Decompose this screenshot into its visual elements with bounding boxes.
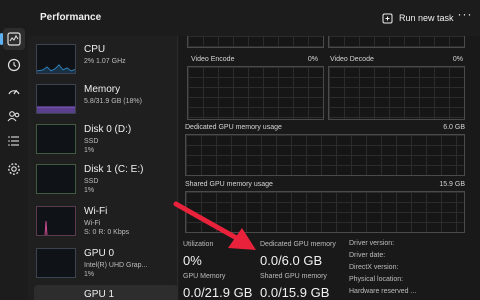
- resource-item-wifi[interactable]: Wi-Fi Wi-Fi S: 0 R: 0 Kbps: [34, 202, 178, 242]
- cpu-thumbnail-graph: [36, 44, 76, 74]
- memory-thumbnail-graph: [36, 84, 76, 114]
- driver-date-label: Driver date:: [349, 252, 386, 259]
- navigation-rail: [0, 0, 28, 300]
- resource-usage: 1%: [84, 147, 95, 154]
- page-title: Performance: [40, 12, 102, 23]
- startup-icon[interactable]: [3, 80, 25, 102]
- dedicated-memory-label: Dedicated GPU memory: [260, 241, 336, 248]
- history-icon[interactable]: [3, 54, 25, 76]
- wifi-thumbnail-graph: [36, 206, 76, 236]
- resource-item-memory[interactable]: Memory 5.8/31.9 GB (18%): [34, 80, 178, 120]
- resource-item-gpu-0[interactable]: GPU 0 Intel(R) UHD Grap... 1%: [34, 244, 178, 284]
- services-icon[interactable]: [3, 158, 25, 180]
- gpu-detail-panel: Video Encode 0% Video Decode 0% Dedicate…: [179, 36, 480, 300]
- resource-usage: 1%: [84, 187, 95, 194]
- driver-version-label: Driver version:: [349, 240, 395, 247]
- shared-graph-max: 15.9 GB: [439, 181, 465, 188]
- gpu0-thumbnail-graph: [36, 248, 76, 278]
- video-encode-percent: 0%: [307, 56, 318, 63]
- resource-name: Disk 1 (C: E:): [84, 164, 144, 175]
- new-task-icon: [382, 13, 393, 23]
- resource-item-gpu-1[interactable]: GPU 1: [34, 285, 178, 300]
- resource-name: GPU 0: [84, 248, 115, 259]
- physical-location-label: Physical location:: [349, 276, 404, 283]
- dedicated-memory-graph: [185, 134, 465, 176]
- resource-item-disk-0[interactable]: Disk 0 (D:) SSD 1%: [34, 120, 178, 160]
- resource-detail: 2% 1.07 GHz: [84, 58, 126, 65]
- directx-version-label: DirectX version:: [349, 264, 399, 271]
- resource-detail: 5.8/31.9 GB (18%): [84, 98, 142, 105]
- details-icon[interactable]: [3, 130, 25, 152]
- title-bar: Performance Run new task ···: [28, 0, 480, 36]
- annotation-arrow-icon: [173, 201, 256, 250]
- video-encode-graph: [187, 66, 324, 120]
- more-options-icon[interactable]: ···: [456, 8, 474, 24]
- engine-graph-top-right: [328, 36, 465, 48]
- resource-type: Intel(R) UHD Grap...: [84, 262, 148, 269]
- run-new-task-label: Run new task: [399, 13, 454, 23]
- dedicated-graph-max: 6.0 GB: [443, 124, 465, 131]
- shared-graph-label: Shared GPU memory usage: [185, 181, 273, 188]
- shared-memory-value: 0.0/15.9 GB: [260, 285, 330, 300]
- resource-name: Memory: [84, 84, 121, 95]
- resource-name: CPU: [84, 44, 106, 55]
- shared-memory-label: Shared GPU memory: [260, 273, 327, 280]
- resource-name: Wi-Fi: [84, 206, 108, 217]
- resource-item-disk-1[interactable]: Disk 1 (C: E:) SSD 1%: [34, 160, 178, 200]
- resource-usage: 1%: [84, 271, 95, 278]
- video-decode-graph: [328, 66, 465, 120]
- performance-icon[interactable]: [0, 28, 25, 50]
- resource-name: GPU 1: [84, 289, 115, 300]
- dedicated-graph-label: Dedicated GPU memory usage: [185, 124, 282, 131]
- disk1-thumbnail-graph: [36, 164, 76, 194]
- resource-list: CPU 2% 1.07 GHz Memory 5.8/31.9 GB (18%)…: [28, 36, 178, 300]
- engine-graph-top-left: [187, 36, 324, 48]
- resource-item-cpu[interactable]: CPU 2% 1.07 GHz: [34, 40, 178, 80]
- gpu-memory-value: 0.0/21.9 GB: [183, 285, 253, 300]
- video-decode-percent: 0%: [452, 56, 463, 63]
- resource-type: SSD: [84, 138, 99, 145]
- resource-name: Disk 0 (D:): [84, 124, 132, 135]
- hardware-reserved-label: Hardware reserved ...: [349, 288, 417, 295]
- resource-usage: S: 0 R: 0 Kbps: [84, 229, 130, 236]
- resource-type: SSD: [84, 178, 99, 185]
- video-decode-label: Video Decode: [330, 56, 374, 63]
- resource-type: Wi-Fi: [84, 220, 101, 227]
- users-icon[interactable]: [3, 105, 25, 127]
- video-encode-label: Video Encode: [191, 56, 235, 63]
- gpu-memory-label: GPU Memory: [183, 273, 226, 280]
- run-new-task-button[interactable]: Run new task: [378, 8, 458, 28]
- disk0-thumbnail-graph: [36, 124, 76, 154]
